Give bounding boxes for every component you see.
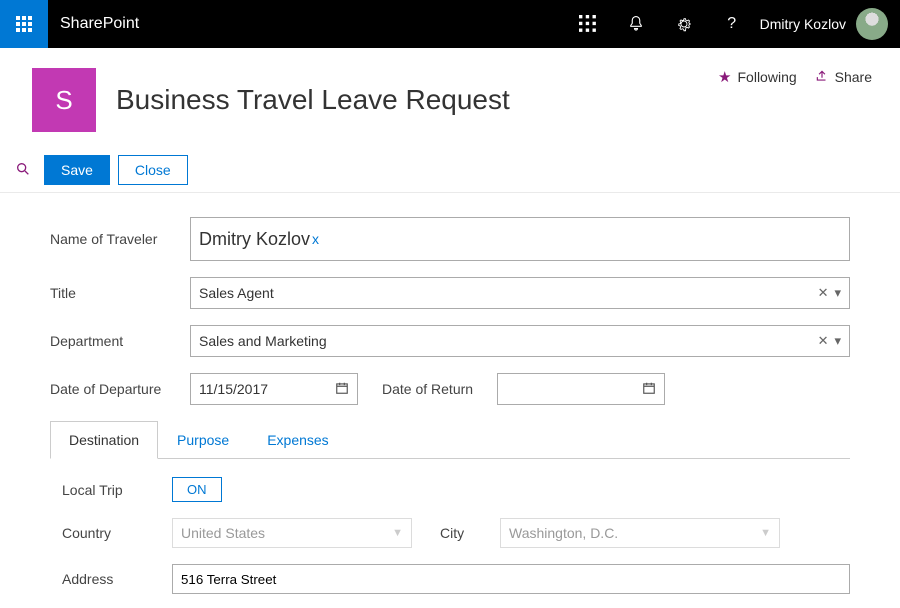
close-button[interactable]: Close (118, 155, 188, 185)
star-icon: ★ (718, 68, 731, 86)
address-field[interactable] (172, 564, 850, 594)
chevron-down-icon[interactable]: ▾ (834, 333, 841, 349)
traveler-field[interactable]: Dmitry Kozlov x (190, 217, 850, 261)
country-label: Country (62, 525, 172, 541)
save-button[interactable]: Save (44, 155, 110, 185)
chevron-down-icon: ▼ (760, 527, 771, 539)
destination-panel: Local Trip ON Country United States ▼ Ci… (50, 477, 850, 594)
tabs: Destination Purpose Expenses (50, 421, 850, 459)
search-icon[interactable] (10, 161, 36, 180)
avatar[interactable] (856, 8, 888, 40)
brand-label: SharePoint (60, 15, 564, 33)
notifications-icon[interactable] (612, 0, 660, 48)
apps-icon[interactable] (564, 0, 612, 48)
local-trip-toggle[interactable]: ON (172, 477, 222, 502)
command-bar-wrap: Save Close (0, 148, 900, 193)
departure-label: Date of Departure (50, 381, 190, 397)
title-label: Title (50, 285, 190, 301)
local-trip-label: Local Trip (62, 482, 172, 498)
page-header: S Business Travel Leave Request ★ Follow… (0, 48, 900, 148)
follow-button[interactable]: ★ Following (718, 68, 797, 86)
city-label: City (440, 525, 500, 541)
share-label: Share (835, 69, 872, 85)
city-field[interactable]: Washington, D.C. ▼ (500, 518, 780, 548)
department-label: Department (50, 333, 190, 349)
chevron-down-icon: ▼ (392, 527, 403, 539)
tab-purpose[interactable]: Purpose (158, 421, 248, 459)
clear-icon[interactable]: ✕ (818, 333, 829, 349)
form: Name of Traveler Dmitry Kozlov x Title S… (0, 193, 900, 594)
traveler-value: Dmitry Kozlov (199, 229, 310, 250)
calendar-icon[interactable] (335, 381, 349, 398)
return-date-field[interactable] (497, 373, 665, 405)
share-button[interactable]: Share (815, 68, 872, 86)
tab-expenses[interactable]: Expenses (248, 421, 347, 459)
calendar-icon[interactable] (642, 381, 656, 398)
traveler-label: Name of Traveler (50, 231, 190, 247)
command-bar: Save Close (0, 148, 900, 192)
help-icon[interactable]: ? (708, 0, 756, 48)
waffle-icon (16, 16, 32, 32)
country-field[interactable]: United States ▼ (172, 518, 412, 548)
site-tile[interactable]: S (32, 68, 96, 132)
top-icons: ? Dmitry Kozlov (564, 0, 900, 48)
page-actions: ★ Following Share (718, 68, 872, 86)
chevron-down-icon[interactable]: ▾ (834, 285, 841, 301)
clear-icon[interactable]: ✕ (818, 285, 829, 301)
tab-destination[interactable]: Destination (50, 421, 158, 459)
remove-person-icon[interactable]: x (312, 231, 319, 247)
department-value: Sales and Marketing (199, 333, 327, 349)
app-launcher-button[interactable] (0, 0, 48, 48)
title-value: Sales Agent (199, 285, 274, 301)
username-label: Dmitry Kozlov (756, 16, 856, 32)
title-field[interactable]: Sales Agent ✕ ▾ (190, 277, 850, 309)
address-label: Address (62, 571, 172, 587)
return-label: Date of Return (382, 381, 473, 397)
page-title: Business Travel Leave Request (116, 84, 510, 116)
departure-date-field[interactable]: 11/15/2017 (190, 373, 358, 405)
follow-label: Following (738, 69, 797, 85)
global-nav: SharePoint ? Dmitry Kozlov (0, 0, 900, 48)
departure-date-value: 11/15/2017 (199, 381, 268, 397)
settings-icon[interactable] (660, 0, 708, 48)
share-icon (815, 69, 829, 86)
department-field[interactable]: Sales and Marketing ✕ ▾ (190, 325, 850, 357)
country-value: United States (181, 525, 265, 541)
city-value: Washington, D.C. (509, 525, 618, 541)
